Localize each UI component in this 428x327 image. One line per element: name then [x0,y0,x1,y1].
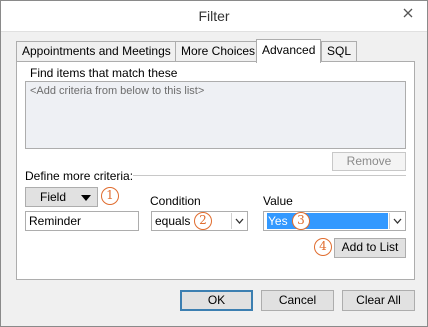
close-button[interactable] [399,4,417,22]
filter-dialog: Filter Appointments and Meetings More Ch… [0,0,428,327]
field-input[interactable]: Reminder [25,211,139,231]
criteria-placeholder: <Add criteria from below to this list> [30,85,205,97]
ok-button[interactable]: OK [180,290,253,311]
condition-selected-value: equals [155,214,191,228]
find-items-label: Find items that match these [30,66,178,80]
tab-more-choices[interactable]: More Choices [175,41,262,61]
field-button[interactable]: Field [25,187,98,207]
add-to-list-button[interactable]: Add to List [334,238,406,258]
remove-button[interactable]: Remove [332,152,406,171]
step-badge-2: 2 [194,212,212,230]
step-badge-4: 4 [314,238,332,256]
step-badge-1: 1 [101,187,119,205]
window-title: Filter [198,8,230,24]
value-label: Value [263,194,293,208]
tab-appointments-and-meetings[interactable]: Appointments and Meetings [16,41,177,61]
close-icon [403,8,413,18]
chevron-down-icon [389,213,404,229]
dropdown-arrow-icon [81,195,91,201]
condition-label: Condition [150,194,201,208]
chevron-down-icon [231,213,246,229]
advanced-panel: Find items that match these <Add criteri… [16,61,415,280]
tab-sql[interactable]: SQL [321,41,358,61]
field-button-label: Field [40,190,67,204]
value-selected-value: Yes [267,213,388,229]
cancel-button[interactable]: Cancel [261,290,334,311]
clear-all-button[interactable]: Clear All [342,290,415,311]
criteria-list[interactable]: <Add criteria from below to this list> [25,81,406,149]
title-bar: Filter [1,1,427,32]
define-criteria-label: Define more criteria: [25,169,134,183]
divider [133,175,406,176]
value-select[interactable]: Yes [263,211,406,231]
tab-advanced[interactable]: Advanced [256,39,322,63]
step-badge-3: 3 [292,212,310,230]
